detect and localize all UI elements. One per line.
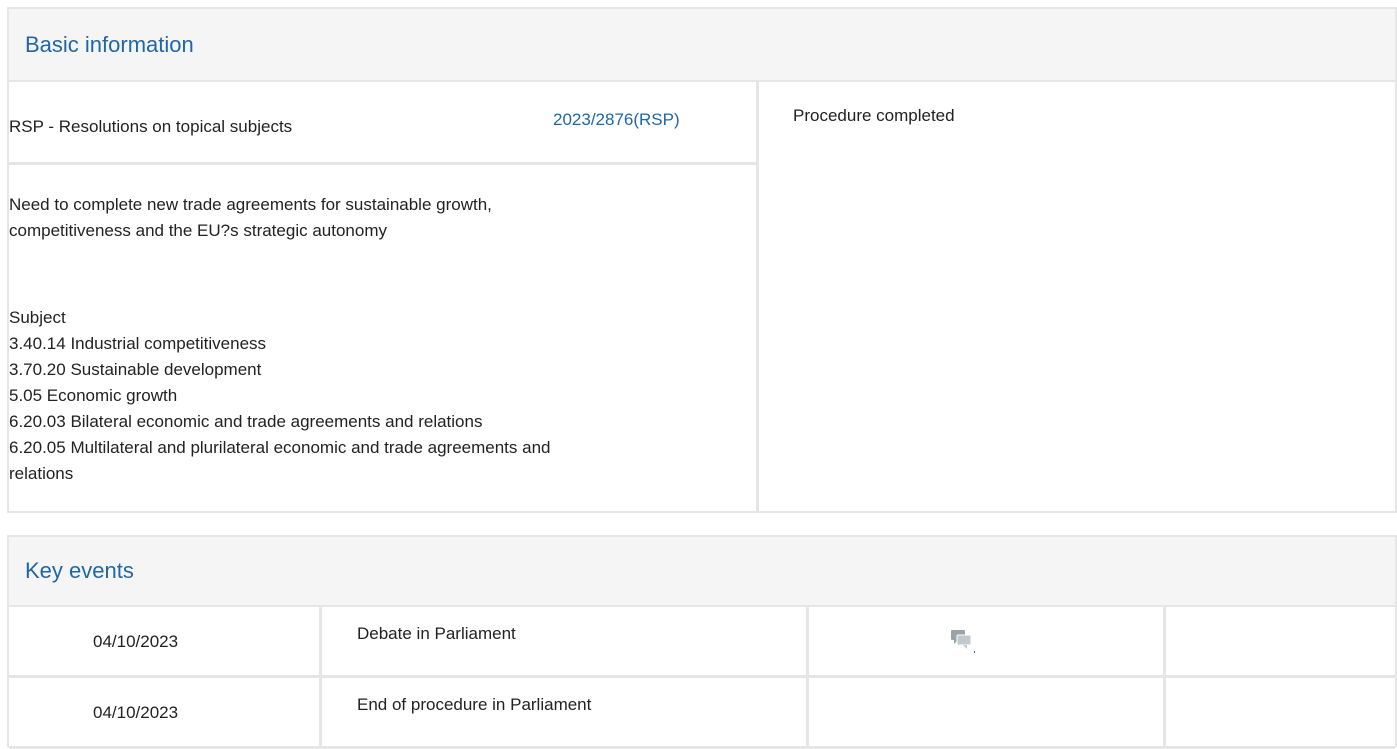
event-date-cell: 04/10/2023 — [9, 607, 322, 675]
procedure-status-column: Procedure completed — [759, 82, 1395, 511]
event-description: End of procedure in Parliament — [357, 695, 592, 714]
procedure-title-line: competitiveness and the EU?s strategic a… — [9, 221, 387, 240]
event-description: Debate in Parliament — [357, 624, 516, 643]
subject-item: 3.40.14 Industrial competitiveness — [9, 334, 267, 353]
basic-information-heading: Basic information — [9, 9, 1395, 82]
subject-label: Subject — [9, 308, 66, 327]
procedure-type: RSP - Resolutions on topical subjects — [9, 117, 293, 136]
subject-item: 6.20.05 Multilateral and plurilateral ec… — [9, 438, 551, 457]
procedure-title-line: Need to complete new trade agreements fo… — [9, 195, 492, 214]
event-extra-cell — [1166, 607, 1397, 675]
basic-information-body: RSP - Resolutions on topical subjects 20… — [9, 82, 1395, 511]
event-document-cell — [809, 607, 1166, 675]
debate-icon[interactable] — [949, 627, 975, 653]
event-row: 04/10/2023 End of procedure in Parliamen… — [9, 678, 1395, 749]
event-date: 04/10/2023 — [93, 703, 179, 722]
subject-item: relations — [9, 464, 74, 483]
procedure-status: Procedure completed — [793, 106, 955, 125]
subject-list: Subject 3.40.14 Industrial competitivene… — [9, 305, 739, 487]
key-events-section: Key events 04/10/2023 Debate in Parliame… — [7, 535, 1397, 749]
procedure-details-column: RSP - Resolutions on topical subjects 20… — [9, 82, 759, 511]
event-description-cell: Debate in Parliament — [322, 607, 809, 675]
event-date: 04/10/2023 — [93, 632, 179, 651]
event-row: 04/10/2023 Debate in Parliament — [9, 607, 1395, 678]
event-date-cell: 04/10/2023 — [9, 678, 322, 746]
key-events-heading: Key events — [9, 537, 1395, 607]
subject-item: 6.20.03 Bilateral economic and trade agr… — [9, 412, 483, 431]
subject-item: 3.70.20 Sustainable development — [9, 360, 262, 379]
event-description-cell: End of procedure in Parliament — [322, 678, 809, 746]
procedure-title: Need to complete new trade agreements fo… — [9, 192, 739, 244]
event-document-cell — [809, 678, 1166, 746]
basic-information-section: Basic information RSP - Resolutions on t… — [7, 7, 1397, 513]
event-extra-cell — [1166, 678, 1397, 746]
procedure-reference-row: RSP - Resolutions on topical subjects 20… — [9, 82, 756, 165]
subject-item: 5.05 Economic growth — [9, 386, 178, 405]
procedure-reference-link[interactable]: 2023/2876(RSP) — [553, 110, 680, 130]
key-events-table: 04/10/2023 Debate in Parliament 04/10/20… — [9, 607, 1395, 749]
